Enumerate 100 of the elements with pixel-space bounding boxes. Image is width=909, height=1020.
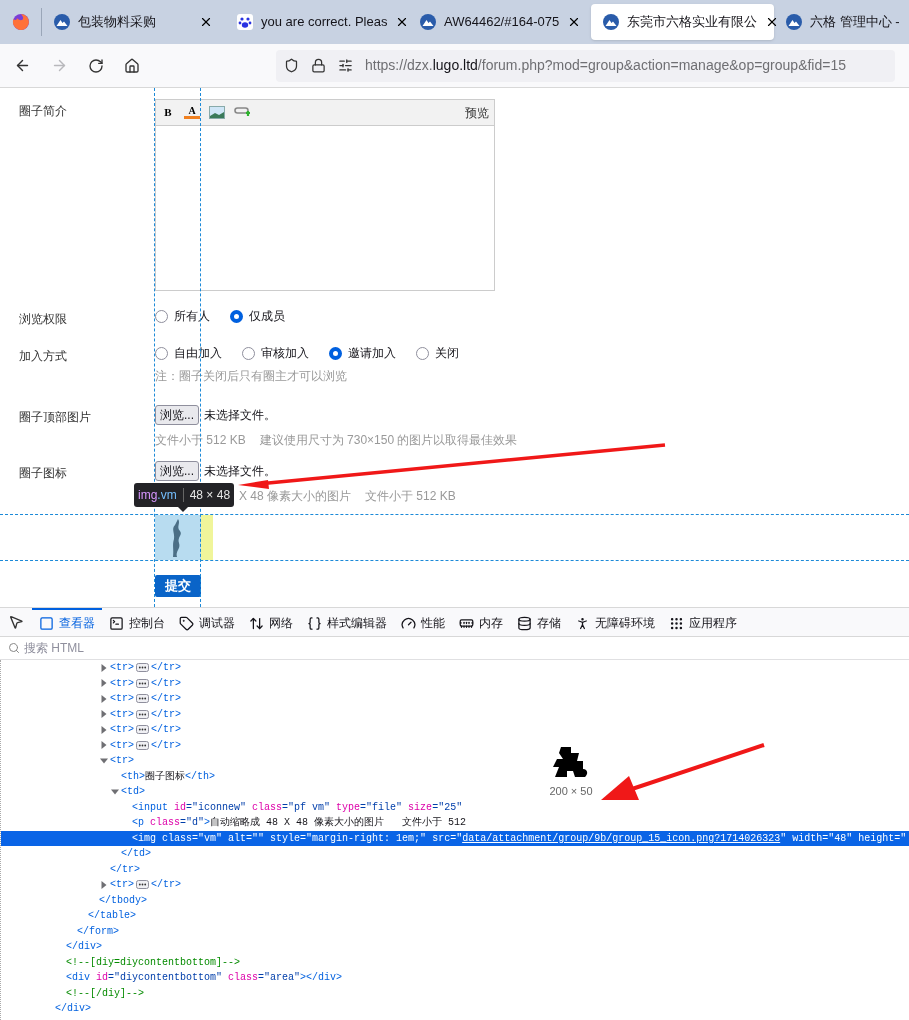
field-label: 加入方式 [19, 348, 68, 365]
close-icon[interactable] [765, 15, 779, 29]
code-line[interactable]: </tr> [110, 861, 140, 877]
expand-arrow-icon[interactable] [111, 787, 119, 796]
expand-arrow-icon[interactable] [100, 880, 108, 889]
devtools-tab[interactable]: 样式编辑器 [300, 607, 394, 637]
code-line[interactable]: <tr> [110, 675, 134, 691]
devtools-tab[interactable]: 调试器 [172, 607, 242, 637]
radio-option[interactable]: 仅成员 [230, 307, 285, 325]
back-icon[interactable] [14, 57, 31, 74]
image-icon[interactable] [209, 106, 225, 119]
code-line[interactable]: <th>圈子图标</th> [121, 768, 216, 784]
devtools-tab[interactable]: 应用程序 [662, 607, 744, 637]
devtools-tab[interactable]: 性能 [394, 607, 452, 637]
code-line[interactable]: </div> [55, 1001, 91, 1017]
home-icon[interactable] [124, 57, 140, 74]
code-line[interactable]: <tr> [110, 691, 134, 707]
radio-button[interactable] [155, 309, 168, 323]
browser-tab[interactable]: AW64462/#164-075 [408, 4, 591, 40]
radio-option[interactable]: 关闭 [416, 344, 459, 362]
paw-icon [237, 14, 253, 30]
expand-arrow-icon[interactable] [100, 725, 108, 734]
close-icon[interactable] [199, 15, 213, 29]
code-line[interactable]: </tr> [151, 660, 182, 676]
code-line[interactable]: <!--[diy=diycontentbottom]--> [66, 954, 241, 970]
radio-button[interactable] [230, 309, 243, 323]
expand-arrow-icon[interactable] [100, 694, 108, 703]
code-line[interactable]: </tbody> [99, 892, 147, 908]
code-line[interactable]: <tr> [110, 753, 134, 769]
lock-icon[interactable] [311, 58, 326, 73]
search-field[interactable]: 搜索 HTML [24, 639, 901, 657]
field-label: 圈子图标 [19, 465, 68, 482]
code-line[interactable]: </td> [121, 846, 151, 862]
code-line[interactable]: </tr> [151, 675, 182, 691]
code-line[interactable]: </form> [77, 923, 119, 939]
devtools-tab[interactable]: 无障碍环境 [568, 607, 662, 637]
radio-option[interactable]: 邀请加入 [329, 344, 396, 362]
devtools-tab[interactable]: 存储 [510, 607, 568, 637]
ellipsis-badge-icon[interactable] [136, 694, 149, 704]
code-line[interactable]: </tr> [151, 706, 182, 722]
hint-text: 建议使用尺寸为 730×150 的图片以取得最佳效果 [259, 432, 518, 449]
radio-button[interactable] [329, 346, 342, 360]
ellipsis-badge-icon[interactable] [136, 880, 149, 890]
code-line[interactable]: </div> [66, 939, 102, 955]
text-color-button[interactable]: A [184, 106, 200, 119]
expand-arrow-icon[interactable] [100, 663, 108, 672]
expand-arrow-icon[interactable] [100, 756, 108, 765]
code-line[interactable]: <td> [121, 784, 145, 800]
ellipsis-badge-icon[interactable] [136, 725, 149, 735]
tab-icon [179, 615, 194, 631]
code-line[interactable]: <tr> [110, 737, 134, 753]
radio-button[interactable] [416, 346, 429, 360]
radio-button[interactable] [155, 346, 168, 360]
code-line[interactable]: <input id="iconnew" class="pf vm" type="file" size="25" [132, 799, 463, 815]
submit-button[interactable]: 提交 [155, 575, 201, 597]
devtools-tab[interactable]: 控制台 [102, 607, 172, 637]
devtools-tab[interactable]: 网络 [242, 607, 300, 637]
preview-button[interactable]: 预览 [465, 103, 489, 122]
code-line[interactable]: </tr> [151, 737, 182, 753]
code-line[interactable]: </tr> [151, 877, 182, 893]
expand-arrow-icon[interactable] [100, 710, 108, 719]
link-add-icon[interactable] [234, 106, 251, 119]
code-line[interactable]: <tr> [110, 877, 134, 893]
ellipsis-badge-icon[interactable] [136, 740, 149, 750]
code-line[interactable]: <p class="d">自动缩略成 48 X 48 像素大小的图片 文件小于 512 [132, 815, 467, 831]
tab-icon [669, 615, 684, 631]
code-line[interactable]: <div id="diycontentbottom" class="area"></div> [66, 970, 343, 986]
browse-button[interactable]: 浏览... [155, 405, 199, 425]
code-line[interactable]: <tr> [110, 722, 134, 738]
browser-tab[interactable]: 六格 管理中心 - [774, 4, 905, 40]
devtools-tab[interactable]: 查看器 [32, 607, 102, 637]
browser-logo-icon[interactable] [11, 13, 30, 31]
ellipsis-badge-icon[interactable] [136, 709, 149, 719]
browser-tab[interactable]: 包装物料采购 [42, 4, 225, 40]
ellipsis-badge-icon[interactable] [136, 663, 149, 673]
expand-arrow-icon[interactable] [100, 741, 108, 750]
shield-icon[interactable] [284, 58, 299, 73]
code-line[interactable]: </tr> [151, 722, 182, 738]
code-line[interactable]: </table> [88, 908, 136, 924]
code-line[interactable]: <tr> [110, 706, 134, 722]
reload-icon[interactable] [88, 57, 104, 74]
expand-arrow-icon[interactable] [100, 679, 108, 688]
browser-tab[interactable]: 东莞市六格实业有限公 [591, 4, 774, 40]
browse-button[interactable]: 浏览... [155, 461, 199, 481]
code-line[interactable]: </tr> [151, 691, 182, 707]
file-status-text: 未选择文件。 [204, 407, 276, 424]
permissions-icon[interactable] [338, 58, 353, 73]
element-picker-icon[interactable] [8, 614, 24, 630]
browser-tab[interactable]: you are correct. Pleas [225, 4, 408, 40]
tab-icon [307, 615, 322, 631]
devtools-tab[interactable]: 内存 [452, 607, 510, 637]
ellipsis-badge-icon[interactable] [136, 678, 149, 688]
search-icon [8, 642, 20, 654]
radio-option[interactable]: 审核加入 [242, 344, 309, 362]
code-line[interactable]: <!--[/diy]--> [66, 985, 144, 1001]
radio-button[interactable] [242, 346, 255, 360]
code-line[interactable]: <tr> [110, 660, 134, 676]
bold-button[interactable]: B [161, 104, 175, 121]
address-bar[interactable]: https://dzx.lugo.ltd/forum.php?mod=group&action=manage&op=group&fid=15 [276, 49, 895, 82]
rich-text-editor[interactable]: B A 预览 [155, 99, 495, 291]
